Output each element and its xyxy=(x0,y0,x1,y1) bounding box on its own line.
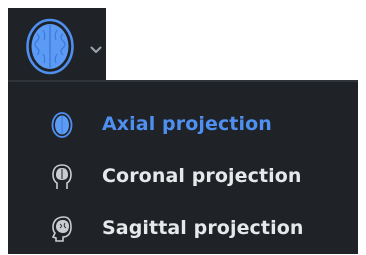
menu-item-coronal-projection[interactable]: Coronal projection xyxy=(8,151,358,203)
menu-item-label: Coronal projection xyxy=(102,165,302,187)
menu-item-sagittal-projection[interactable]: Sagittal projection xyxy=(8,203,358,255)
projection-dropdown-button[interactable] xyxy=(8,8,106,80)
projection-selector: Axial projection Coronal projection Sagi… xyxy=(0,0,366,255)
sagittal-head-icon xyxy=(51,216,72,242)
menu-item-axial-projection[interactable]: Axial projection xyxy=(8,99,358,151)
projection-menu: Axial projection Coronal projection Sagi… xyxy=(8,80,358,254)
brain-axial-icon xyxy=(26,18,74,75)
chevron-down-icon xyxy=(90,46,102,53)
axial-head-icon xyxy=(51,112,73,138)
menu-item-label: Axial projection xyxy=(102,113,272,135)
coronal-head-icon xyxy=(52,164,72,189)
menu-item-label: Sagittal projection xyxy=(102,217,304,239)
